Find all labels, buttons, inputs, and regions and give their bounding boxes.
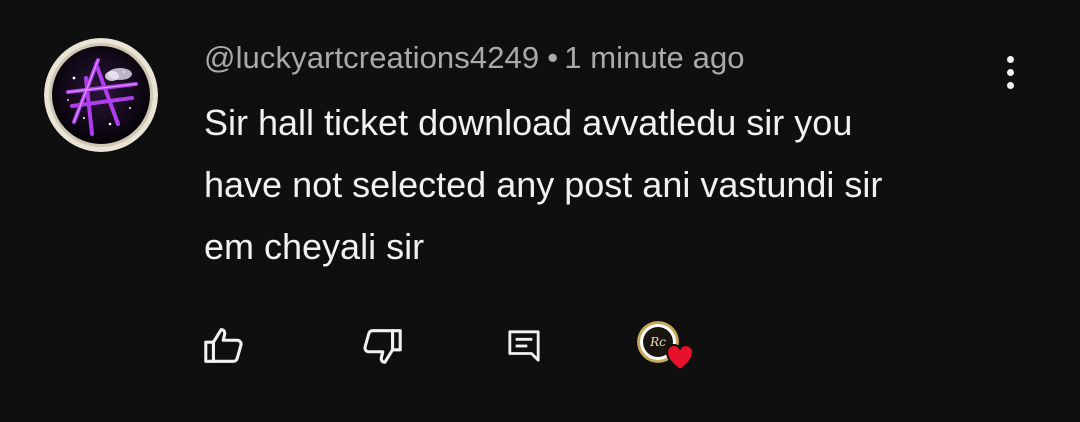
thumb-down-icon: [363, 329, 402, 364]
comment-header: @luckyartcreations4249 • 1 minute ago: [204, 40, 745, 76]
author-avatar[interactable]: [44, 38, 158, 152]
more-vert-icon: [1006, 55, 1014, 63]
thumb-up-icon: [204, 328, 243, 363]
comment-text-line: Sir hall ticket download avvatledu sir y…: [204, 102, 853, 143]
author-name[interactable]: @luckyartcreations4249: [204, 40, 539, 75]
creator-heart-badge[interactable]: Rc: [634, 318, 698, 374]
comment-text: Sir hall ticket download avvatledu sir y…: [204, 92, 1004, 278]
like-button[interactable]: [196, 318, 252, 374]
meta-separator: •: [547, 40, 559, 75]
dislike-button[interactable]: [354, 318, 410, 374]
comment-icon: [508, 330, 540, 362]
comment-text-line: have not selected any post ani vastundi …: [204, 164, 883, 205]
creator-heart-icon: [665, 343, 695, 372]
comment-timestamp[interactable]: 1 minute ago: [564, 40, 744, 75]
comment-text-line: em cheyali sir: [204, 226, 425, 267]
comment-thread: @luckyartcreations4249 • 1 minute ago Sir …: [0, 0, 1080, 422]
reply-button[interactable]: [496, 318, 552, 374]
more-options-button[interactable]: [988, 48, 1032, 96]
more-vert-icon-dot: [1006, 81, 1014, 89]
more-vert-icon-dot: [1006, 68, 1014, 76]
